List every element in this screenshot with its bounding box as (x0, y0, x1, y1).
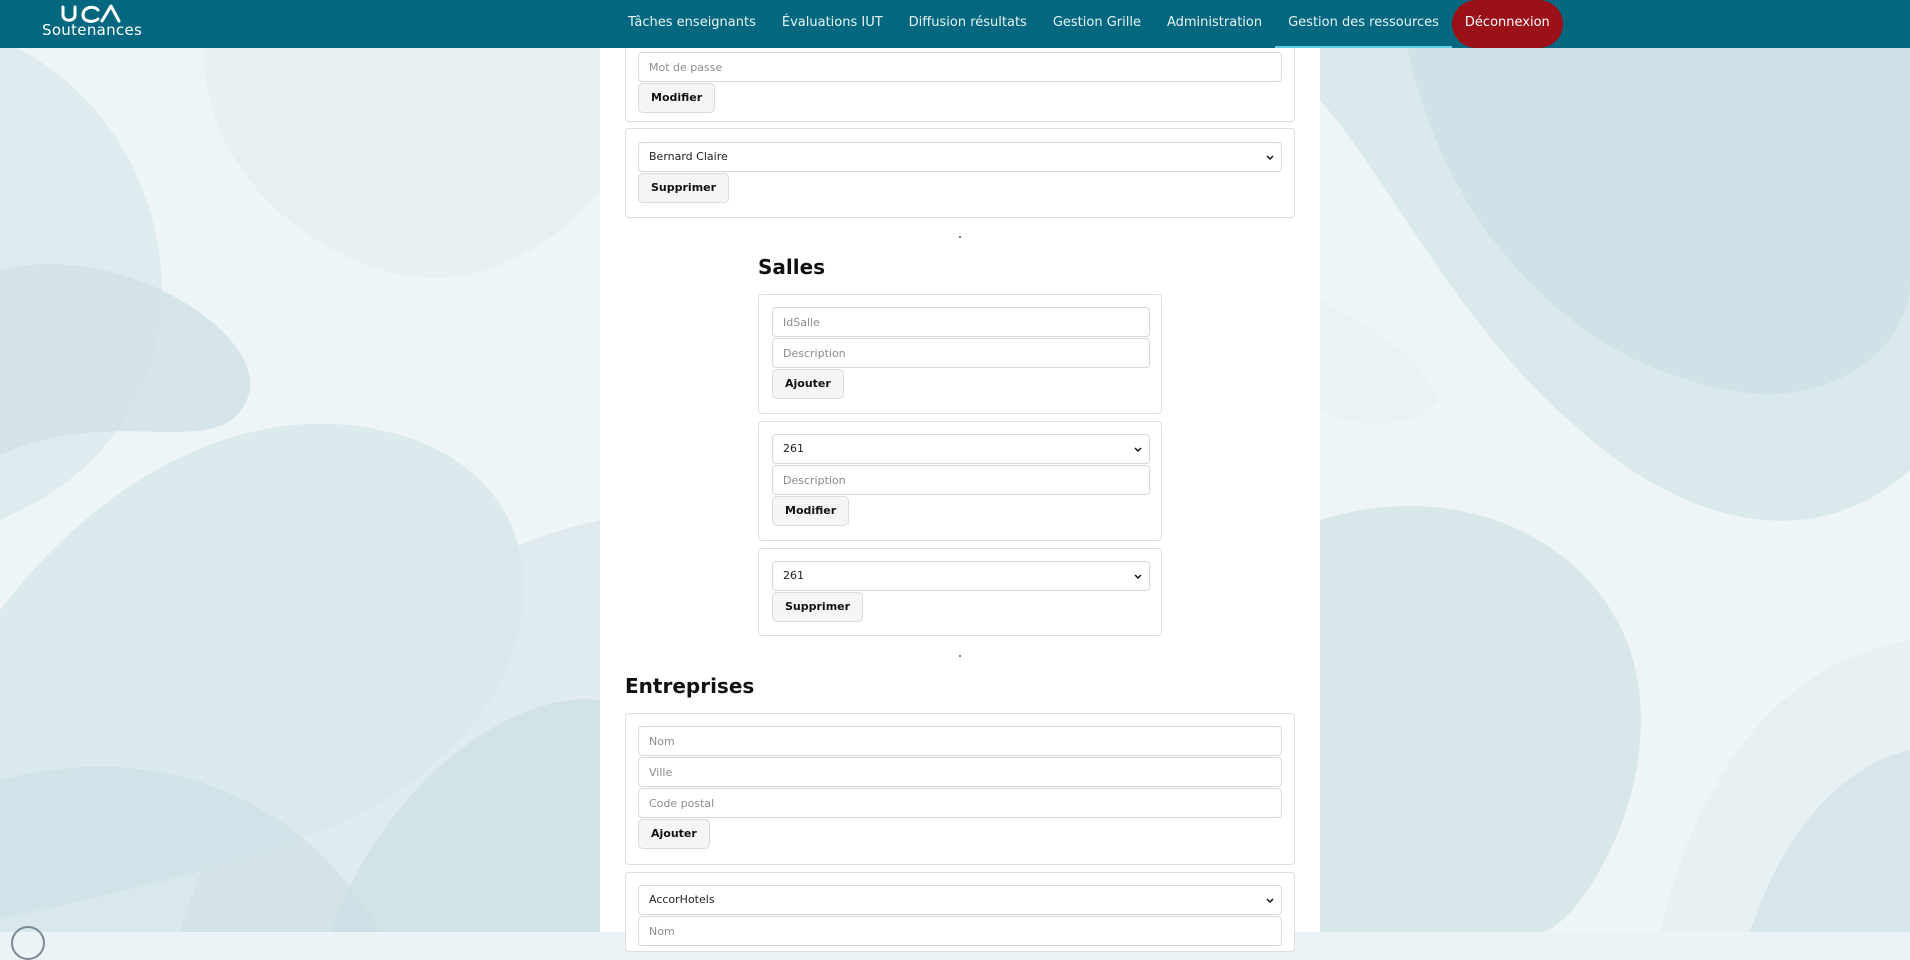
nav-grid-management[interactable]: Gestion Grille (1040, 0, 1154, 48)
user-delete-selected-value: Bernard Claire (649, 150, 728, 163)
company-add-card: Ajouter (625, 713, 1295, 865)
partial-circle-icon (11, 926, 45, 960)
room-id-input[interactable] (772, 307, 1150, 337)
delete-user-button[interactable]: Supprimer (638, 173, 730, 203)
add-room-button[interactable]: Ajouter (772, 369, 844, 399)
company-name-input[interactable] (638, 726, 1282, 756)
room-delete-select[interactable]: 261 (772, 561, 1150, 591)
companies-section-title: Entreprises (625, 674, 755, 698)
company-modify-card: AccorHotels (625, 872, 1295, 952)
room-description-input[interactable] (772, 338, 1150, 368)
modify-room-button[interactable]: Modifier (772, 496, 850, 526)
room-modify-card: 261 Modifier (758, 421, 1162, 541)
company-modify-select[interactable]: AccorHotels (638, 885, 1282, 915)
nav-iut-evaluations[interactable]: Évaluations IUT (769, 0, 896, 48)
section-divider-dot (959, 236, 961, 238)
chevron-down-icon (1134, 574, 1142, 580)
user-modify-card: Modifier (625, 36, 1295, 122)
password-input[interactable] (638, 52, 1282, 82)
nav-administration[interactable]: Administration (1154, 0, 1275, 48)
room-add-card: Ajouter (758, 294, 1162, 414)
chevron-down-icon (1266, 155, 1274, 161)
chevron-down-icon (1134, 447, 1142, 453)
user-delete-select[interactable]: Bernard Claire (638, 142, 1282, 172)
company-modify-selected-value: AccorHotels (649, 893, 715, 906)
user-delete-card: Bernard Claire Supprimer (625, 128, 1295, 218)
top-navigation-bar: Soutenances Tâches enseignants Évaluatio… (0, 0, 1910, 48)
nav-teacher-tasks[interactable]: Tâches enseignants (615, 0, 769, 48)
section-divider-dot (959, 655, 961, 657)
modify-user-button[interactable]: Modifier (638, 83, 716, 113)
company-postal-code-input[interactable] (638, 788, 1282, 818)
logout-button[interactable]: Déconnexion (1451, 0, 1563, 48)
room-delete-selected-value: 261 (783, 569, 804, 582)
nav-results-broadcast[interactable]: Diffusion résultats (896, 0, 1040, 48)
company-modify-name-input[interactable] (638, 916, 1282, 946)
brand-logo[interactable]: Soutenances (40, 0, 160, 48)
room-modify-selected-value: 261 (783, 442, 804, 455)
chevron-down-icon (1266, 898, 1274, 904)
main-navigation: Tâches enseignants Évaluations IUT Diffu… (615, 0, 1563, 48)
resource-management-panel: Modifier Bernard Claire Supprimer Salles… (600, 36, 1320, 952)
add-company-button[interactable]: Ajouter (638, 819, 710, 849)
rooms-section-title: Salles (758, 255, 826, 279)
delete-room-button[interactable]: Supprimer (772, 592, 864, 622)
room-delete-card: 261 Supprimer (758, 548, 1162, 636)
company-city-input[interactable] (638, 757, 1282, 787)
room-modify-description-input[interactable] (772, 465, 1150, 495)
nav-resources-management[interactable]: Gestion des ressources (1275, 0, 1452, 48)
room-modify-select[interactable]: 261 (772, 434, 1150, 464)
brand-name: Soutenances (42, 21, 143, 39)
